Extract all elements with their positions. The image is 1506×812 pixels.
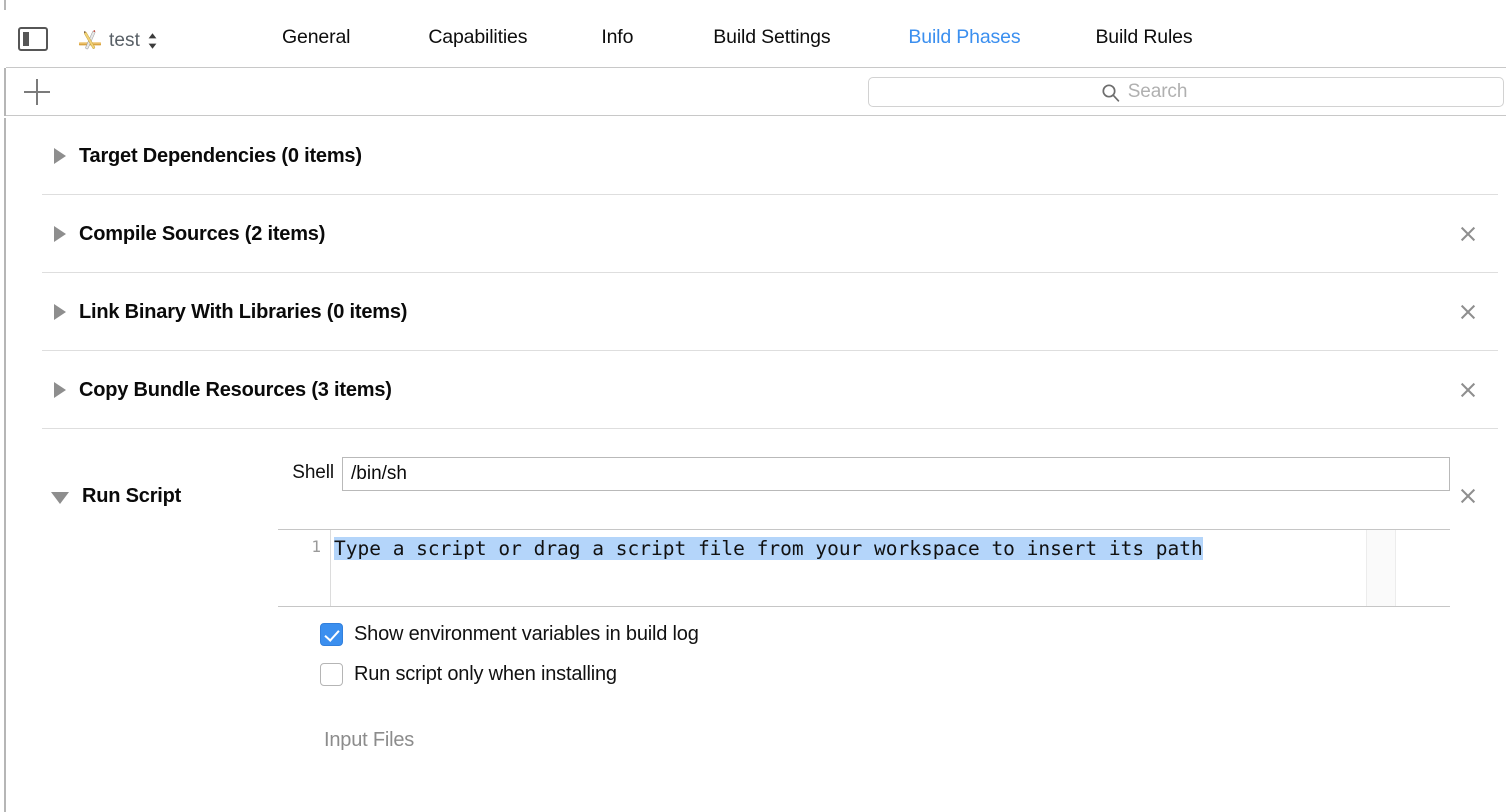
project-scheme-popup[interactable]: test xyxy=(78,28,158,54)
script-placeholder-text: Type a script or drag a script file from… xyxy=(334,537,1203,560)
project-name-label: test xyxy=(109,30,141,51)
triangle-down-icon[interactable] xyxy=(51,492,69,504)
shell-row: Shell /bin/sh xyxy=(42,457,1498,493)
run-script-options: Show environment variables in build log … xyxy=(320,619,699,699)
search-input[interactable]: Search xyxy=(868,77,1504,107)
search-placeholder: Search xyxy=(1127,81,1188,102)
triangle-right-icon[interactable] xyxy=(54,148,66,164)
checkbox-show-environment-variables[interactable] xyxy=(320,623,343,646)
triangle-right-icon[interactable] xyxy=(54,304,66,320)
phase-row-run-script[interactable]: Run Script Shell /bin/sh 1 Type a script… xyxy=(42,457,1498,751)
shell-input[interactable]: /bin/sh xyxy=(342,457,1450,491)
target-tab-bar: test General Capabilities Info Build Set… xyxy=(6,8,1506,68)
phase-header[interactable]: Target Dependencies (0 items) xyxy=(42,117,362,195)
checkbox-row-show-environment-variables[interactable]: Show environment variables in build log xyxy=(320,619,699,650)
script-editor[interactable]: 1 Type a script or drag a script file fr… xyxy=(278,529,1450,607)
phase-row-copy-bundle-resources[interactable]: Copy Bundle Resources (3 items) xyxy=(42,351,1498,429)
line-number-gutter: 1 xyxy=(278,530,331,606)
phase-title: Link Binary With Libraries (0 items) xyxy=(79,300,408,323)
tab-build-phases[interactable]: Build Phases xyxy=(898,26,1030,49)
xcode-target-editor: test General Capabilities Info Build Set… xyxy=(0,0,1506,812)
xcode-project-icon xyxy=(79,29,101,50)
triangle-right-icon[interactable] xyxy=(54,382,66,398)
close-x-icon[interactable] xyxy=(1459,381,1477,399)
phase-filter-bar: Search xyxy=(6,69,1506,116)
shell-label: Shell xyxy=(292,462,334,483)
editor-vertical-scrollbar[interactable] xyxy=(1366,530,1396,606)
triangle-right-icon[interactable] xyxy=(54,226,66,242)
tab-capabilities[interactable]: Capabilities xyxy=(418,26,537,49)
phase-title: Compile Sources (2 items) xyxy=(79,222,326,245)
phase-row-compile-sources[interactable]: Compile Sources (2 items) xyxy=(42,195,1498,273)
checkbox-label: Show environment variables in build log xyxy=(354,623,699,645)
shell-value: /bin/sh xyxy=(351,463,407,484)
tab-general[interactable]: General xyxy=(272,26,360,49)
close-x-icon[interactable] xyxy=(1459,225,1477,243)
tab-build-settings[interactable]: Build Settings xyxy=(703,26,840,49)
phase-title: Target Dependencies (0 items) xyxy=(79,144,362,167)
phase-header[interactable]: Compile Sources (2 items) xyxy=(42,195,325,273)
close-x-icon[interactable] xyxy=(1459,303,1477,321)
chevron-up-down-icon xyxy=(148,33,157,49)
checkbox-run-script-only-when-installing[interactable] xyxy=(320,663,343,686)
line-number: 1 xyxy=(311,537,321,556)
plus-icon[interactable] xyxy=(24,79,50,105)
tab-build-rules[interactable]: Build Rules xyxy=(1085,26,1202,49)
phase-title: Copy Bundle Resources (3 items) xyxy=(79,378,392,401)
script-text[interactable]: Type a script or drag a script file from… xyxy=(334,536,1364,562)
phase-row-link-binary-with-libraries[interactable]: Link Binary With Libraries (0 items) xyxy=(42,273,1498,351)
build-phases-list: Target Dependencies (0 items) Compile So… xyxy=(6,117,1506,812)
phase-row-target-dependencies[interactable]: Target Dependencies (0 items) xyxy=(42,117,1498,195)
search-icon xyxy=(1102,83,1119,102)
tab-list: General Capabilities Info Build Settings… xyxy=(256,8,1506,66)
phase-header[interactable]: Copy Bundle Resources (3 items) xyxy=(42,351,392,429)
tab-info[interactable]: Info xyxy=(591,26,643,49)
phase-header[interactable]: Link Binary With Libraries (0 items) xyxy=(42,273,407,351)
checkbox-row-run-script-only-when-installing[interactable]: Run script only when installing xyxy=(320,659,699,690)
sidebar-toggle-icon[interactable] xyxy=(18,27,48,51)
run-script-body: Shell /bin/sh 1 Type a script or drag a … xyxy=(42,457,1498,751)
checkbox-label: Run script only when installing xyxy=(354,663,617,685)
input-files-label: Input Files xyxy=(324,729,415,751)
